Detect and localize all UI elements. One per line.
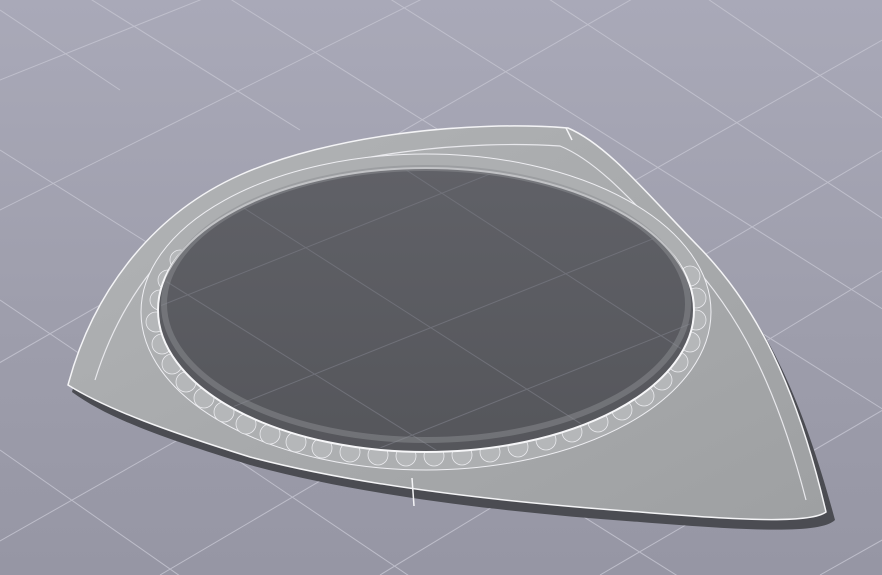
3d-viewport[interactable]	[0, 0, 882, 575]
viewport-canvas[interactable]	[0, 0, 882, 575]
